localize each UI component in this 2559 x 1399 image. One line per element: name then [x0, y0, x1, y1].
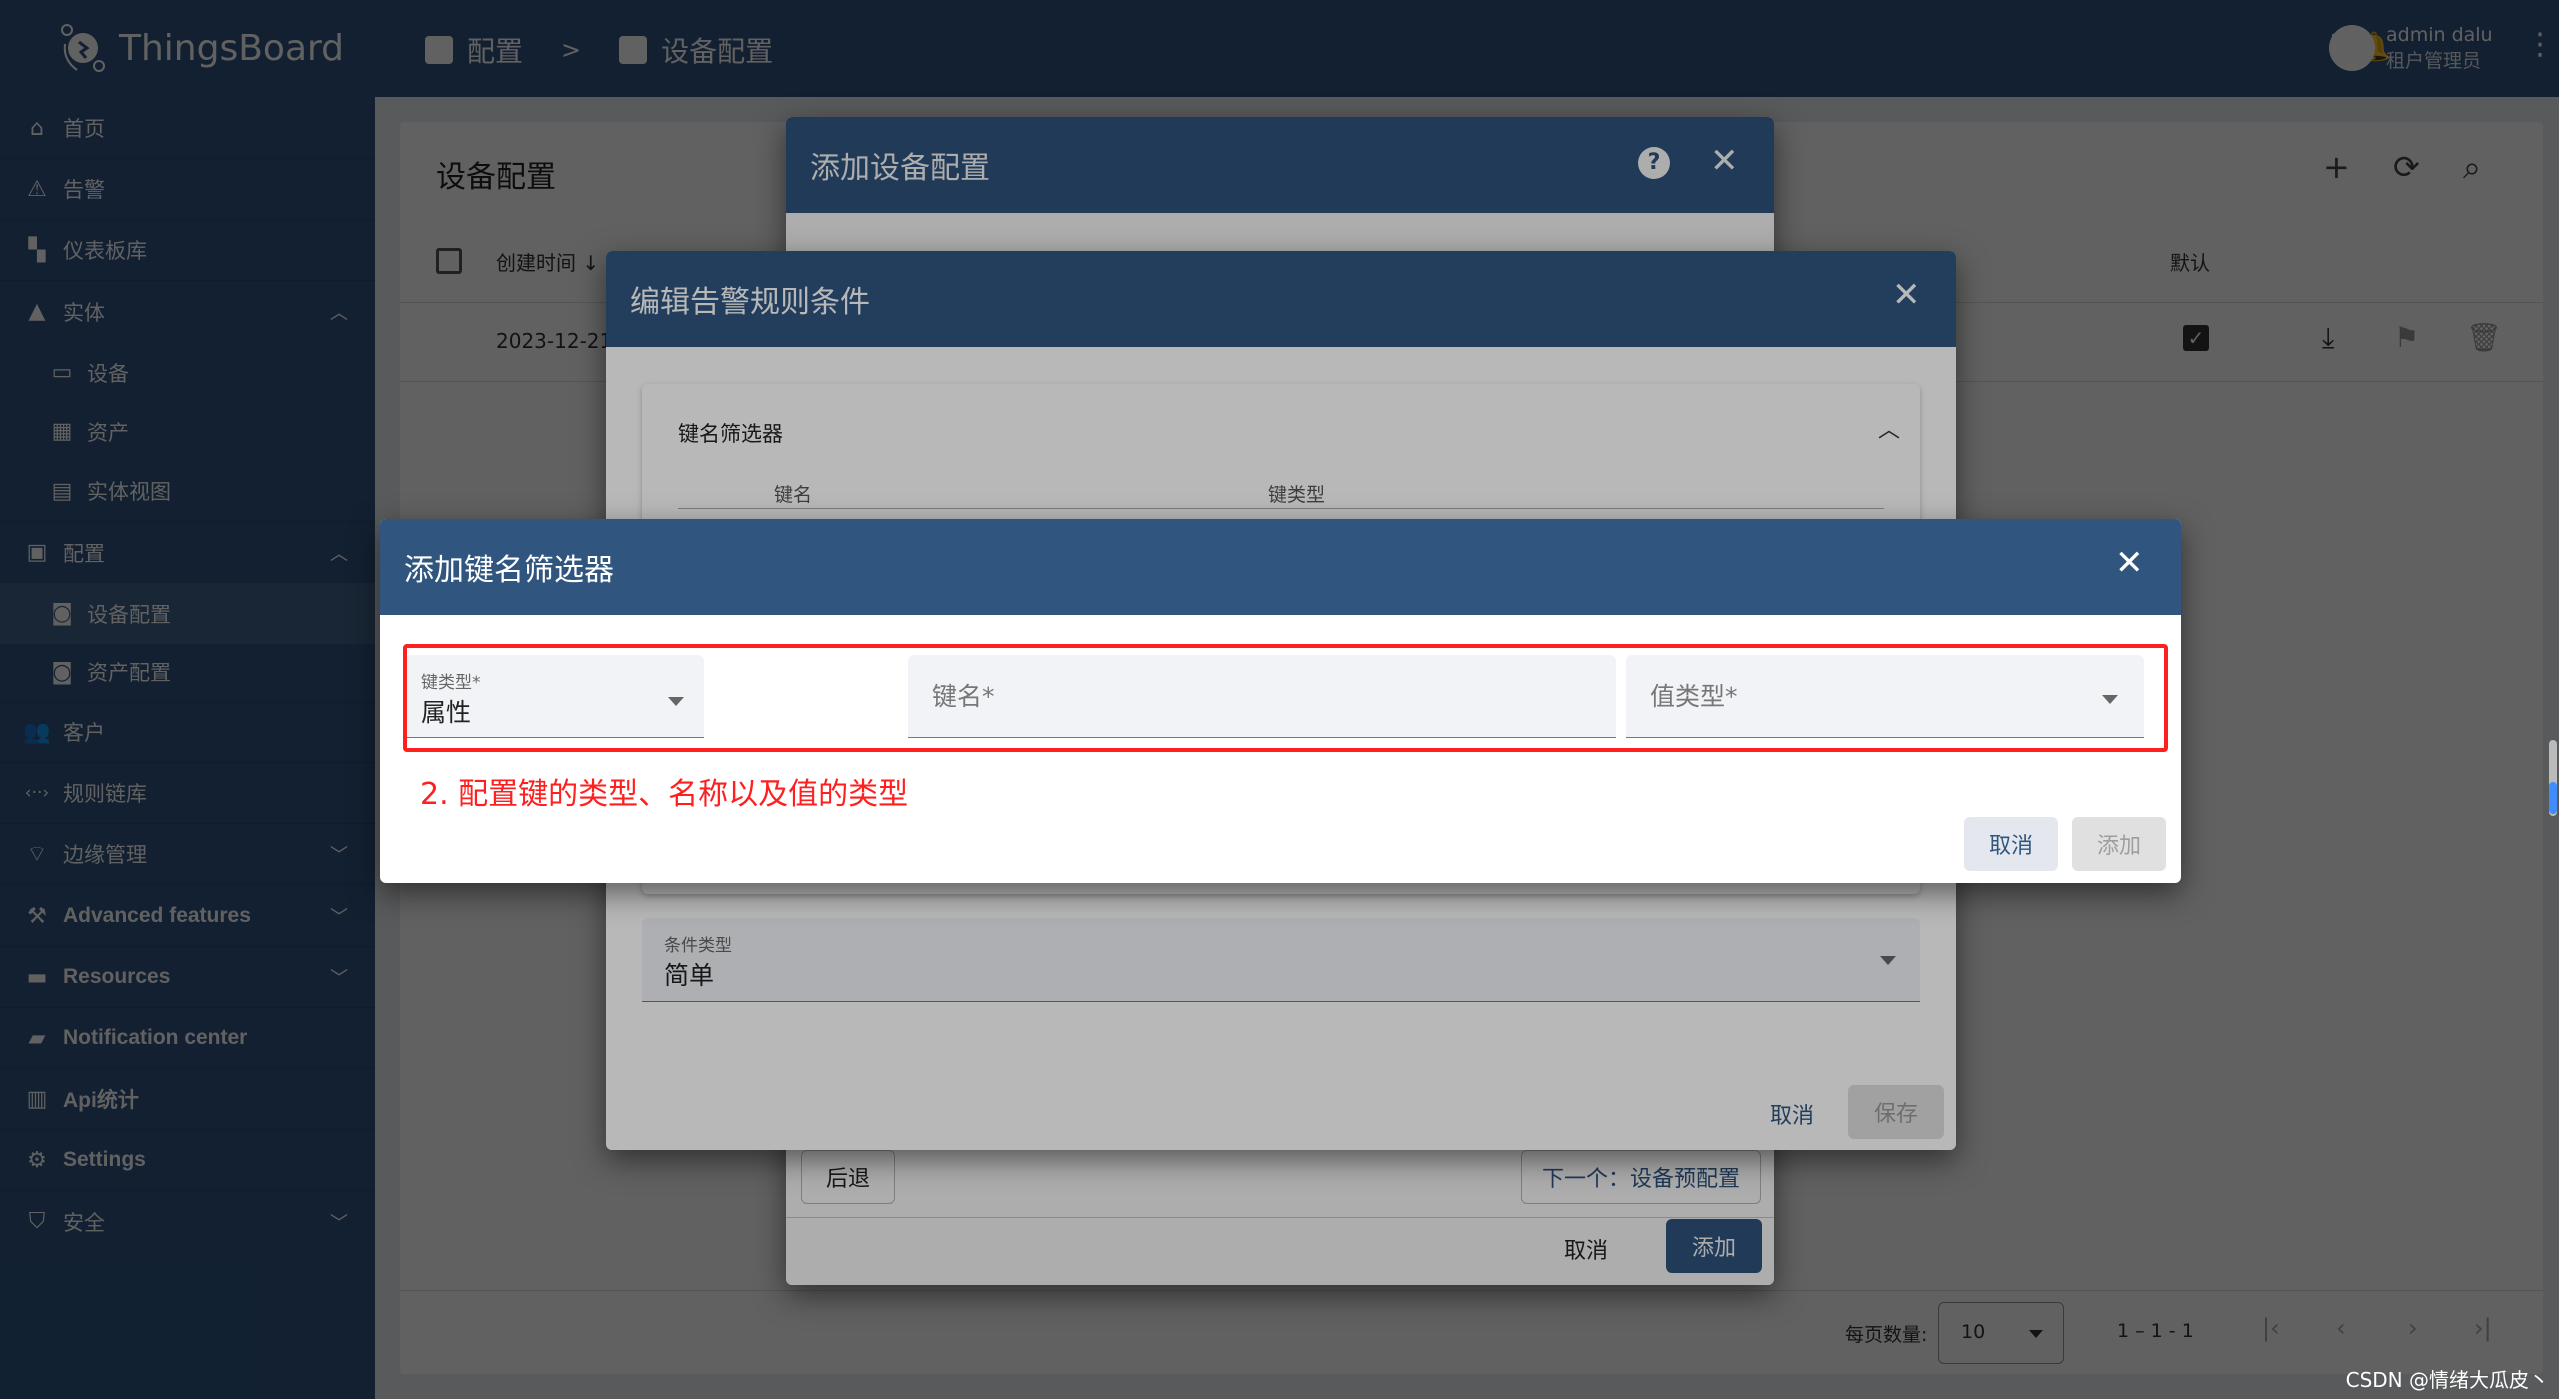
- add-button[interactable]: 添加: [1666, 1219, 1762, 1273]
- dialog-title: 添加设备配置: [810, 151, 990, 186]
- condition-type-label: 条件类型: [664, 936, 732, 956]
- next-step-button[interactable]: 下一个：设备预配置: [1521, 1150, 1761, 1204]
- divider: [678, 508, 1884, 509]
- dialog-header: 添加设备配置: [786, 117, 1774, 213]
- cancel-button[interactable]: 取消: [1546, 1217, 1626, 1281]
- cancel-button[interactable]: 取消: [1754, 1087, 1830, 1141]
- save-button[interactable]: 保存: [1848, 1085, 1944, 1139]
- condition-type-value: 简单: [664, 961, 715, 990]
- expand-less-icon[interactable]: ︿: [1878, 412, 1900, 444]
- watermark: CSDN @情绪大瓜皮丶: [2345, 1368, 2549, 1392]
- close-icon[interactable]: ✕: [1710, 141, 1739, 181]
- column-header-key-name: 键名: [774, 484, 813, 506]
- annotation-highlight-box: [403, 644, 2168, 752]
- key-filters-title: 键名筛选器: [678, 422, 783, 446]
- back-button[interactable]: 后退: [801, 1150, 895, 1204]
- annotation-text: 2. 配置键的类型、名称以及值的类型: [420, 777, 909, 812]
- add-button[interactable]: 添加: [2072, 817, 2166, 871]
- close-icon[interactable]: ✕: [2115, 543, 2144, 583]
- dialog-header: 编辑告警规则条件: [606, 251, 1956, 347]
- divider: [786, 1217, 1774, 1218]
- dialog-title: 编辑告警规则条件: [630, 285, 870, 320]
- close-icon[interactable]: ✕: [1892, 275, 1921, 315]
- dialog-header: 添加键名筛选器: [380, 519, 2181, 615]
- condition-type-select[interactable]: 条件类型 简单: [642, 918, 1920, 1002]
- add-key-filter-dialog: 添加键名筛选器 ✕ 键类型* 属性 键名* 值类型* 2. 配置键的类型、名称以…: [380, 519, 2181, 883]
- scrollbar-track[interactable]: [2549, 740, 2557, 816]
- help-icon[interactable]: ?: [1638, 147, 1670, 179]
- cancel-button[interactable]: 取消: [1964, 817, 2058, 871]
- dialog-title: 添加键名筛选器: [404, 553, 614, 588]
- scrollbar-thumb[interactable]: [2549, 782, 2557, 814]
- column-header-key-type: 键类型: [1268, 484, 1326, 506]
- arrow-drop-down-icon: [1880, 956, 1896, 965]
